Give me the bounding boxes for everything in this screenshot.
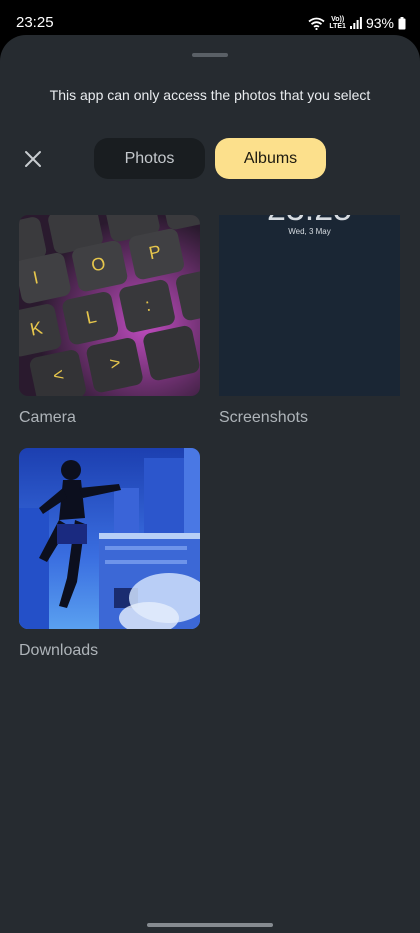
album-downloads[interactable]: Downloads (19, 448, 200, 660)
close-icon (25, 151, 41, 167)
tab-photos[interactable]: Photos (94, 138, 205, 179)
volte-indicator: Vo)) LTE1 (329, 16, 346, 30)
access-message: This app can only access the photos that… (49, 87, 371, 103)
screenshots-thumbnail: 23:25 Wed, 3 May (219, 215, 400, 396)
album-label-downloads: Downloads (19, 642, 99, 659)
lock-screen-screenshot: 23:25 Wed, 3 May (219, 215, 400, 396)
album-label-screenshots: Screenshots (219, 409, 308, 426)
close-button[interactable] (20, 146, 46, 172)
home-indicator[interactable] (147, 923, 273, 927)
signal-icon (349, 17, 362, 29)
status-time: 23:25 (16, 14, 54, 31)
album-camera[interactable]: I O P K L : < > Camera (19, 215, 200, 427)
battery-percent: 93% (365, 15, 394, 31)
album-screenshots[interactable]: 23:25 Wed, 3 May Screenshots (219, 215, 400, 427)
status-bar: 23:25 Vo)) LTE1 93% (0, 0, 420, 40)
tab-albums[interactable]: Albums (215, 138, 326, 179)
drag-handle[interactable] (192, 53, 228, 57)
wifi-icon (308, 17, 325, 30)
status-icons: Vo)) LTE1 93% (308, 14, 406, 32)
battery-icon (398, 16, 406, 29)
anime-character-city-image (19, 448, 200, 629)
screenshot-preview-date: Wed, 3 May (288, 227, 331, 236)
camera-thumbnail: I O P K L : < > (19, 215, 200, 396)
keyboard-keys-photo: I O P K L : < > (19, 215, 200, 396)
album-label-camera: Camera (19, 409, 76, 426)
downloads-thumbnail (19, 448, 200, 629)
photo-picker-sheet: This app can only access the photos that… (0, 35, 420, 933)
